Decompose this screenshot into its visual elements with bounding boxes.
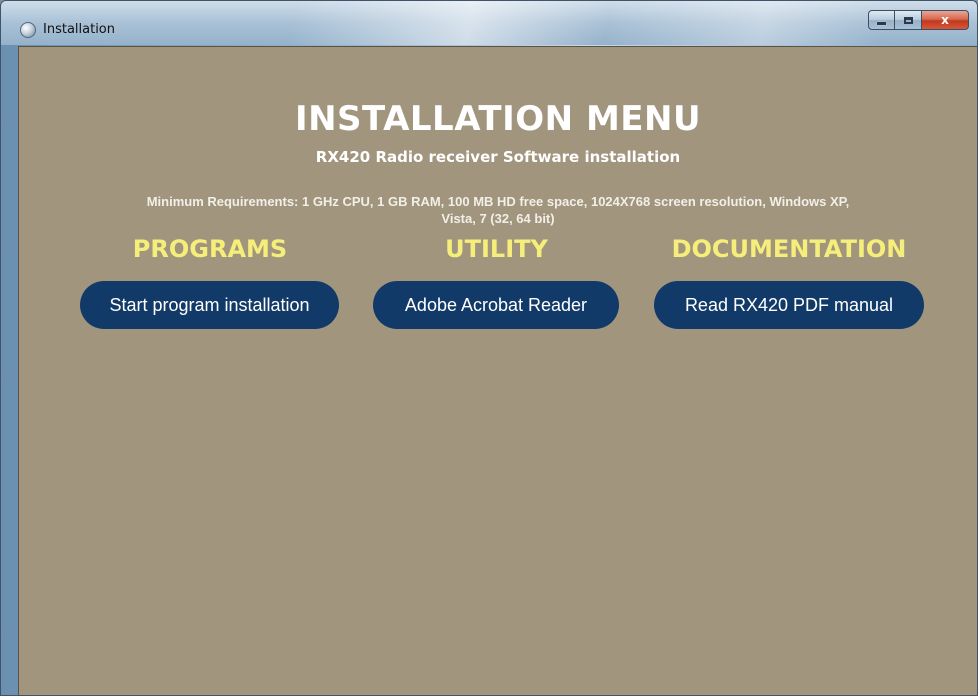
requirements-line-2: Vista, 7 (32, 64 bit) — [441, 211, 555, 226]
minimize-icon — [877, 22, 886, 25]
close-button[interactable]: x — [922, 10, 969, 30]
minimize-button[interactable] — [868, 10, 895, 30]
caption-buttons: x — [868, 10, 969, 32]
requirements-text: Minimum Requirements: 1 GHz CPU, 1 GB RA… — [59, 193, 937, 227]
title-bar[interactable]: Installation x — [1, 1, 977, 45]
installation-window: Installation x INSTALLATION MENU RX420 R… — [0, 0, 978, 696]
documentation-heading: DOCUMENTATION — [671, 235, 907, 263]
page-title: INSTALLATION MENU — [294, 99, 702, 139]
window-title: Installation — [43, 22, 116, 37]
read-manual-button[interactable]: Read RX420 PDF manual — [654, 281, 924, 329]
maximize-icon — [903, 16, 913, 24]
client-area: INSTALLATION MENU RX420 Radio receiver S… — [18, 46, 977, 695]
app-icon[interactable] — [20, 22, 36, 38]
programs-heading: PROGRAMS — [132, 235, 288, 263]
maximize-button[interactable] — [895, 10, 922, 30]
adobe-acrobat-reader-button[interactable]: Adobe Acrobat Reader — [373, 281, 619, 329]
page-subtitle: RX420 Radio receiver Software installati… — [315, 148, 681, 166]
start-program-installation-button[interactable]: Start program installation — [80, 281, 339, 329]
close-icon: x — [941, 13, 949, 27]
requirements-line-1: Minimum Requirements: 1 GHz CPU, 1 GB RA… — [146, 194, 850, 209]
utility-heading: UTILITY — [445, 235, 548, 263]
